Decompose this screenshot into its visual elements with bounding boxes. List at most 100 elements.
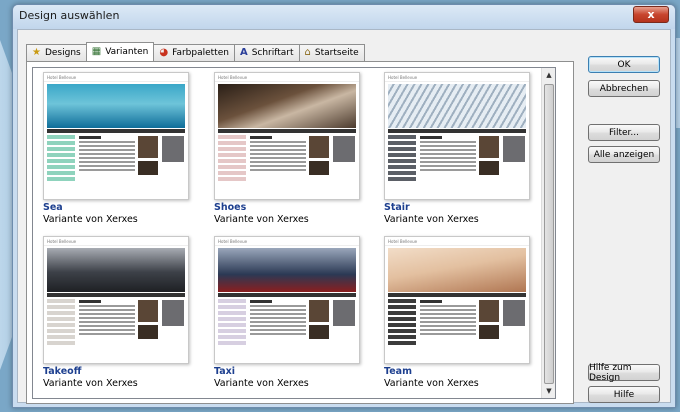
- tab-startseite[interactable]: ⌂ Startseite: [298, 44, 365, 61]
- show-all-button[interactable]: Alle anzeigen: [588, 146, 660, 163]
- variant-name: Team: [384, 366, 412, 377]
- thumb-photo: [309, 325, 329, 339]
- thumb-text: [79, 136, 135, 173]
- thumb-photo: [309, 136, 329, 158]
- thumb-header: Hotel Bellevue: [385, 237, 529, 246]
- scroll-down-icon[interactable]: ▼: [543, 385, 555, 397]
- thumb-sidebar: [47, 135, 75, 197]
- thumb-hero-image: [218, 84, 356, 128]
- thumb-header: Hotel Bellevue: [44, 73, 188, 82]
- thumb-nav: [388, 129, 526, 133]
- thumb-text: [250, 136, 306, 173]
- thumb-photo: [503, 300, 525, 326]
- variant-subtitle: Variante von Xerxes: [214, 378, 309, 389]
- thumb-photo: [138, 161, 158, 175]
- thumb-photo: [162, 136, 184, 162]
- thumb-photo: [479, 300, 499, 322]
- variant-name: Taxi: [214, 366, 236, 377]
- cancel-button[interactable]: Abbrechen: [588, 80, 660, 97]
- thumb-photo: [333, 300, 355, 326]
- thumb-hero-image: [388, 84, 526, 128]
- tab-panel: Hotel Bellevue Sea Variante von Xerxes H…: [26, 61, 574, 404]
- variant-item-stair[interactable]: Hotel Bellevue Stair Variante von Xerxes: [384, 72, 544, 225]
- variant-item-sea[interactable]: Hotel Bellevue Sea Variante von Xerxes: [43, 72, 203, 225]
- thumb-header: Hotel Bellevue: [44, 237, 188, 246]
- thumb-nav: [47, 129, 185, 133]
- thumb-sidebar: [388, 135, 416, 197]
- variant-gallery: Hotel Bellevue Sea Variante von Xerxes H…: [32, 67, 556, 399]
- variant-subtitle: Variante von Xerxes: [43, 214, 138, 225]
- variant-subtitle: Variante von Xerxes: [384, 378, 479, 389]
- thumb-nav: [218, 293, 356, 297]
- thumb-photo: [333, 136, 355, 162]
- thumb-photo: [138, 136, 158, 158]
- close-button[interactable]: x: [633, 6, 669, 23]
- thumb-photo: [479, 161, 499, 175]
- filter-button[interactable]: Filter...: [588, 124, 660, 141]
- thumb-photo: [503, 136, 525, 162]
- font-icon: A: [239, 47, 248, 58]
- thumb-text: [250, 300, 306, 337]
- variant-item-takeoff[interactable]: Hotel Bellevue Takeoff Variante von Xerx…: [43, 236, 203, 389]
- thumb-header: Hotel Bellevue: [215, 73, 359, 82]
- thumb-text: [420, 136, 476, 173]
- dialog-body: ★ Designs ▦ Varianten ◕ Farbpaletten A S…: [17, 29, 671, 404]
- variant-thumbnail[interactable]: Hotel Bellevue: [384, 72, 530, 200]
- dialog-buttons: OK Abbrechen Filter... Alle anzeigen Hil…: [584, 30, 666, 403]
- design-help-button[interactable]: Hilfe zum Design: [588, 363, 660, 383]
- tab-label: Varianten: [105, 47, 149, 57]
- tab-designs[interactable]: ★ Designs: [26, 44, 87, 61]
- thumb-hero-image: [218, 248, 356, 292]
- tab-varianten[interactable]: ▦ Varianten: [85, 42, 155, 61]
- thumb-hero-image: [47, 248, 185, 292]
- thumb-photo: [479, 136, 499, 158]
- variant-thumbnail[interactable]: Hotel Bellevue: [214, 236, 360, 364]
- thumb-photo: [138, 325, 158, 339]
- thumb-hero-image: [47, 84, 185, 128]
- scroll-thumb[interactable]: [544, 84, 554, 384]
- thumb-sidebar: [47, 299, 75, 361]
- thumb-sidebar: [218, 135, 246, 197]
- dialog-title: Design auswählen: [19, 9, 120, 22]
- title-bar: Design auswählen x: [13, 5, 675, 29]
- gallery-scrollbar[interactable]: ▲ ▼: [541, 68, 555, 398]
- tab-strip: ★ Designs ▦ Varianten ◕ Farbpaletten A S…: [26, 42, 365, 61]
- thumb-photo: [162, 300, 184, 326]
- star-icon: ★: [32, 47, 41, 58]
- thumb-header: Hotel Bellevue: [385, 73, 529, 82]
- grid-icon: ▦: [91, 46, 102, 57]
- thumb-text: [420, 300, 476, 337]
- variant-subtitle: Variante von Xerxes: [384, 214, 479, 225]
- thumb-photo: [479, 325, 499, 339]
- variant-subtitle: Variante von Xerxes: [214, 214, 309, 225]
- thumb-header: Hotel Bellevue: [215, 237, 359, 246]
- variant-thumbnail[interactable]: Hotel Bellevue: [43, 236, 189, 364]
- thumb-sidebar: [218, 299, 246, 361]
- thumb-photo: [309, 161, 329, 175]
- variant-thumbnail[interactable]: Hotel Bellevue: [384, 236, 530, 364]
- thumb-nav: [47, 293, 185, 297]
- design-dialog: Design auswählen x ★ Designs ▦ Varianten…: [12, 4, 676, 408]
- variant-name: Sea: [43, 202, 63, 213]
- thumb-text: [79, 300, 135, 337]
- tab-label: Startseite: [314, 48, 359, 58]
- help-button[interactable]: Hilfe: [588, 386, 660, 403]
- thumb-photo: [138, 300, 158, 322]
- variant-name: Takeoff: [43, 366, 82, 377]
- ok-button[interactable]: OK: [588, 56, 660, 73]
- variant-thumbnail[interactable]: Hotel Bellevue: [43, 72, 189, 200]
- tab-farbpaletten[interactable]: ◕ Farbpaletten: [153, 44, 235, 61]
- thumb-nav: [388, 293, 526, 297]
- variant-name: Shoes: [214, 202, 247, 213]
- variant-item-team[interactable]: Hotel Bellevue Team Variante von Xerxes: [384, 236, 544, 389]
- scroll-up-icon[interactable]: ▲: [543, 69, 555, 81]
- palette-icon: ◕: [159, 47, 169, 58]
- tab-label: Schriftart: [251, 48, 294, 58]
- variant-thumbnail[interactable]: Hotel Bellevue: [214, 72, 360, 200]
- tab-schriftart[interactable]: A Schriftart: [233, 44, 300, 61]
- variant-item-shoes[interactable]: Hotel Bellevue Shoes Variante von Xerxes: [214, 72, 374, 225]
- thumb-sidebar: [388, 299, 416, 361]
- home-icon: ⌂: [304, 47, 311, 58]
- variant-item-taxi[interactable]: Hotel Bellevue Taxi Variante von Xerxes: [214, 236, 374, 389]
- thumb-photo: [309, 300, 329, 322]
